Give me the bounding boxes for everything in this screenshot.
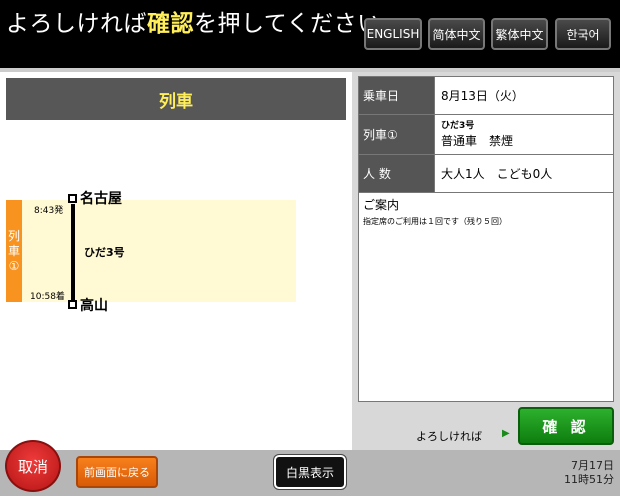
notice-box: ご案内 指定席のご利用は１回です（残り５回） [358,192,614,402]
notice-title: ご案内 [363,198,400,212]
train-name-small: ひだ3号 [441,120,475,131]
confirm-button[interactable]: 確 認 [518,407,614,445]
train-name: ひだ3号 [84,246,125,259]
lang-korean-button[interactable]: 한국어 [555,18,611,50]
departure-station: 名古屋 [80,191,122,207]
departure-station-marker [68,194,77,203]
title-suffix: を押してください [194,11,381,37]
train-side-label-char: 車 [7,243,20,258]
ok-prompt: よろしければ [416,430,482,443]
train-side-label-char: ① [8,258,20,273]
train-side-label-char: 列 [7,228,20,243]
back-button[interactable]: 前画面に戻る [76,456,158,488]
passenger-count-value: 大人1人 こども0人 [434,154,614,193]
arrival-station: 高山 [80,298,108,314]
reservation-summary-panel: 乗車日 8月13日（火） 列車① ひだ3号 普通車 禁煙 人 数 大人1人 こど… [352,72,620,450]
boarding-date-value: 8月13日（火） [434,76,614,115]
seat-type: 普通車 禁煙 [441,133,514,148]
lang-traditional-chinese-button[interactable]: 繁体中文 [491,18,548,50]
departure-time: 8:43発 [34,206,64,216]
table-row: 列車① ひだ3号 普通車 禁煙 [358,114,614,155]
train-side-label: 列 車 ① [6,200,22,302]
boarding-date-label: 乗車日 [358,76,435,115]
monochrome-display-button[interactable]: 白黒表示 [273,454,347,490]
cancel-button[interactable]: 取消 [5,440,61,492]
arrival-time: 10:58着 [30,292,65,302]
table-row: 乗車日 8月13日（火） [358,76,614,115]
header-bar: よろしければ確認を押してください ENGLISH 简体中文 繁体中文 한국어 [0,0,620,68]
train-label: 列車① [358,114,435,155]
table-row: 人 数 大人1人 こども0人 [358,154,614,193]
train-section-title: 列車 [6,78,346,120]
train-value: ひだ3号 普通車 禁煙 [434,114,614,155]
current-time: 11時51分 [564,473,614,486]
passenger-count-label: 人 数 [358,154,435,193]
title-prefix: よろしければ [6,11,147,37]
route-line [71,204,75,304]
arrival-station-marker [68,300,77,309]
current-date: 7月17日 [571,459,614,472]
arrow-right-icon: ▶ [502,428,510,439]
reservation-table: 乗車日 8月13日（火） 列車① ひだ3号 普通車 禁煙 人 数 大人1人 こど… [358,76,614,193]
train-panel: 列車 列 車 ① 名古屋 高山 8:43発 10:58着 ひだ3号 [0,72,352,450]
lang-simplified-chinese-button[interactable]: 简体中文 [428,18,485,50]
lang-english-button[interactable]: ENGLISH [364,18,422,50]
page-title: よろしければ確認を押してください [6,4,381,38]
notice-text: 指定席のご利用は１回です（残り５回） [363,217,507,226]
current-datetime: 7月17日 11時51分 [548,459,614,487]
title-highlight: 確認 [147,11,194,37]
